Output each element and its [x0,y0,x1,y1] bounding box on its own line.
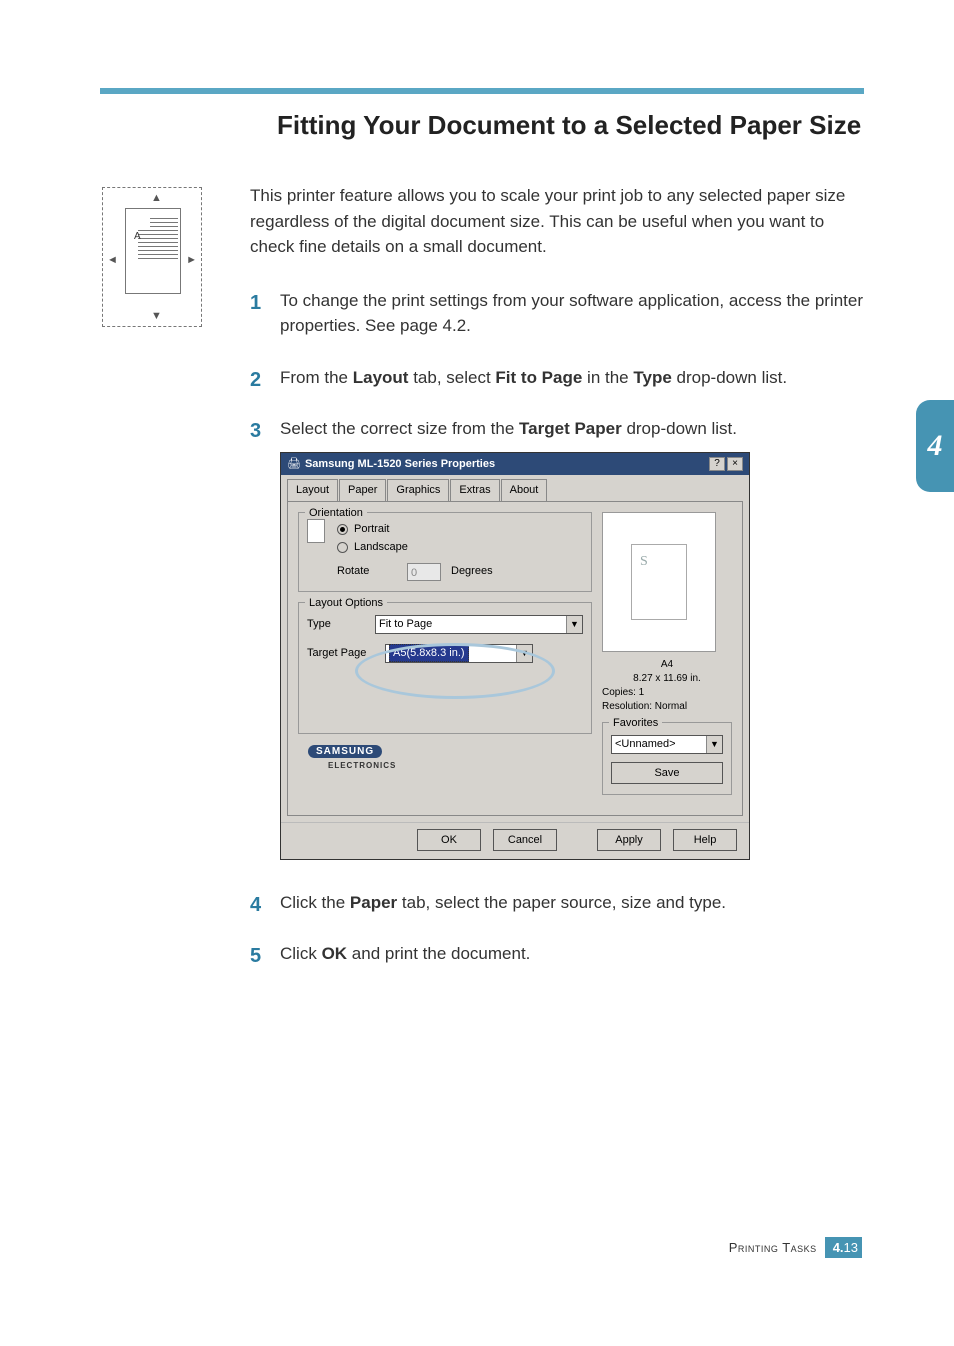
step-number: 4 [250,890,261,920]
step-5: 5 Click OK and print the document. [250,941,864,967]
group-label: Layout Options [305,595,387,612]
preview-size-name: A4 [602,658,732,672]
chevron-down-icon[interactable]: ▼ [566,616,582,633]
chevron-down-icon[interactable]: ▼ [706,736,722,753]
step-text: To change the print settings from your s… [280,291,863,336]
rotate-spinner[interactable]: 0 [407,563,441,581]
printer-icon: 🖨 [287,456,301,473]
target-page-dropdown[interactable]: A5(5.8x8.3 in.) ▼ [385,644,533,663]
fit-to-page-illustration: ▲ ▼ ◄ ► A [102,187,202,327]
arrow-left-icon: ◄ [107,254,118,266]
group-label: Favorites [609,715,662,732]
step-text: From the Layout tab, select Fit to Page … [280,368,787,387]
step-number: 5 [250,941,261,971]
step-1: 1 To change the print settings from your… [250,288,864,339]
tab-strip: Layout Paper Graphics Extras About [281,475,749,501]
preview-info: A4 8.27 x 11.69 in. Copies: 1 Resolution… [602,658,732,714]
tab-layout[interactable]: Layout [287,479,338,501]
chapter-tab: 4 [916,400,954,492]
close-button[interactable]: × [727,457,743,471]
preview-resolution: Resolution: Normal [602,700,732,714]
apply-button[interactable]: Apply [597,829,661,851]
step-text: Select the correct size from the Target … [280,419,737,438]
electronics-label: ELECTRONICS [328,761,396,770]
type-label: Type [307,616,375,633]
degrees-label: Degrees [451,563,493,580]
preview-size-dim: 8.27 x 11.69 in. [602,672,732,686]
preview-letter: S [640,551,648,572]
intro-paragraph: This printer feature allows you to scale… [250,183,864,260]
page-title: Fitting Your Document to a Selected Pape… [277,108,864,143]
header-rule [100,88,864,94]
footer-page-box: 4.13 [825,1237,862,1258]
step-text: Click OK and print the document. [280,944,530,963]
favorites-dropdown[interactable]: <Unnamed> ▼ [611,735,723,754]
arrow-right-icon: ► [186,254,197,266]
layout-options-group: Layout Options Type Fit to Page ▼ [298,602,592,734]
dialog-titlebar: 🖨 Samsung ML-1520 Series Properties ? × [281,453,749,476]
landscape-label: Landscape [354,539,408,556]
step-3: 3 Select the correct size from the Targe… [250,416,864,860]
dialog-title: Samsung ML-1520 Series Properties [305,456,707,473]
step-4: 4 Click the Paper tab, select the paper … [250,890,864,916]
tab-graphics[interactable]: Graphics [387,479,449,501]
portrait-radio[interactable] [337,524,348,535]
chevron-down-icon[interactable]: ▼ [516,645,532,662]
step-number: 2 [250,365,261,395]
step-text: Click the Paper tab, select the paper so… [280,893,726,912]
dialog-button-row: OK Cancel Apply Help [281,822,749,859]
rotate-label: Rotate [337,563,397,580]
page-footer: Printing Tasks 4.13 [729,1237,862,1258]
help-button[interactable]: ? [709,457,725,471]
type-dropdown[interactable]: Fit to Page ▼ [375,615,583,634]
tab-about[interactable]: About [501,479,548,501]
target-page-label: Target Page [307,645,385,662]
properties-dialog-screenshot: 🖨 Samsung ML-1520 Series Properties ? × … [280,452,750,860]
target-page-value: A5(5.8x8.3 in.) [389,644,469,663]
ok-button[interactable]: OK [417,829,481,851]
tab-extras[interactable]: Extras [450,479,499,501]
brand-logo: SAMSUNG ELECTRONICS [298,744,592,779]
tab-paper[interactable]: Paper [339,479,386,501]
orientation-group: Orientation Portrait Landscape [298,512,592,592]
footer-label: Printing Tasks [729,1240,817,1255]
type-value: Fit to Page [379,616,432,633]
step-number: 1 [250,288,261,318]
arrow-down-icon: ▼ [151,310,162,322]
page-preview: S [602,512,716,652]
illustration-letter: A [134,231,141,242]
favorites-group: Favorites <Unnamed> ▼ Save [602,722,732,795]
help-button[interactable]: Help [673,829,737,851]
orientation-icon [307,519,325,543]
landscape-radio[interactable] [337,542,348,553]
cancel-button[interactable]: Cancel [493,829,557,851]
step-number: 3 [250,416,261,446]
save-button[interactable]: Save [611,762,723,784]
samsung-badge: SAMSUNG [308,745,382,758]
arrow-up-icon: ▲ [151,192,162,204]
preview-copies: Copies: 1 [602,686,732,700]
portrait-label: Portrait [354,521,389,538]
favorites-value: <Unnamed> [615,736,676,753]
step-2: 2 From the Layout tab, select Fit to Pag… [250,365,864,391]
